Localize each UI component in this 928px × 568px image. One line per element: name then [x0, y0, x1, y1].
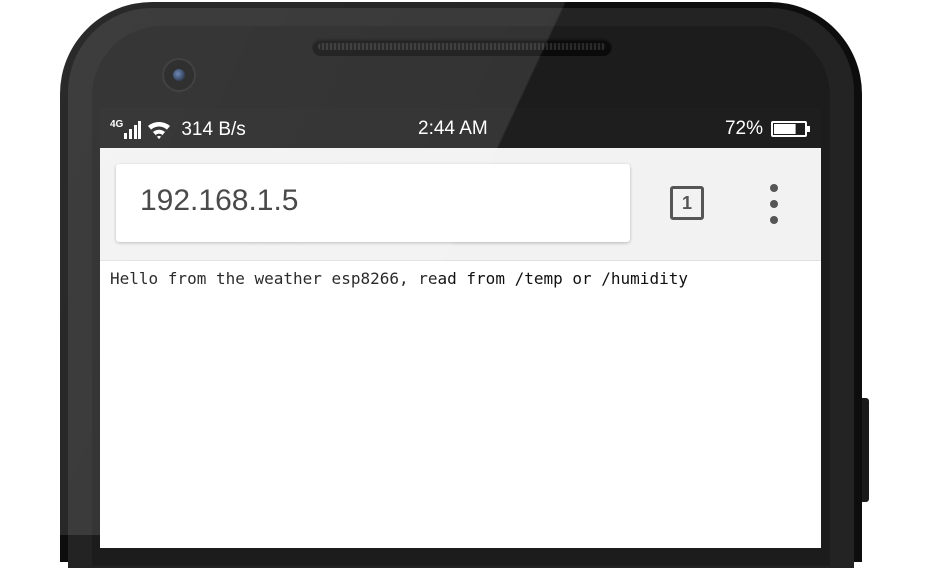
more-vert-icon[interactable] [764, 184, 784, 224]
network-type-label: 4G [110, 118, 124, 130]
battery-icon [771, 120, 811, 138]
page-body-text: Hello from the weather esp8266, read fro… [110, 269, 688, 288]
menu-dot [770, 200, 778, 208]
wifi-icon [147, 120, 171, 140]
url-text[interactable]: 192.168.1.5 [140, 184, 298, 218]
data-speed: 314 B/s [181, 119, 246, 140]
tab-switcher-button[interactable]: 1 [670, 186, 704, 220]
earpiece-speaker [312, 38, 612, 56]
battery-percent: 72% [724, 118, 763, 139]
page-content: Hello from the weather esp8266, read fro… [100, 261, 821, 548]
tab-count: 1 [681, 192, 692, 213]
menu-dot [770, 216, 778, 224]
status-bar: 4G 314 B/s 2:44 AM 72% [100, 108, 821, 148]
front-camera [164, 60, 194, 90]
url-bar[interactable]: 192.168.1.5 [116, 164, 630, 242]
browser-toolbar: 192.168.1.5 1 [100, 148, 821, 261]
phone-screen: 4G 314 B/s 2:44 AM 72% 192.168.1.5 1 Hel… [100, 108, 821, 548]
status-right: 72% [725, 118, 811, 140]
clock: 2:44 AM [418, 118, 488, 139]
menu-dot [770, 184, 778, 192]
power-button [862, 398, 869, 502]
signal-icon [123, 121, 142, 139]
status-left: 4G 314 B/s [110, 118, 246, 142]
